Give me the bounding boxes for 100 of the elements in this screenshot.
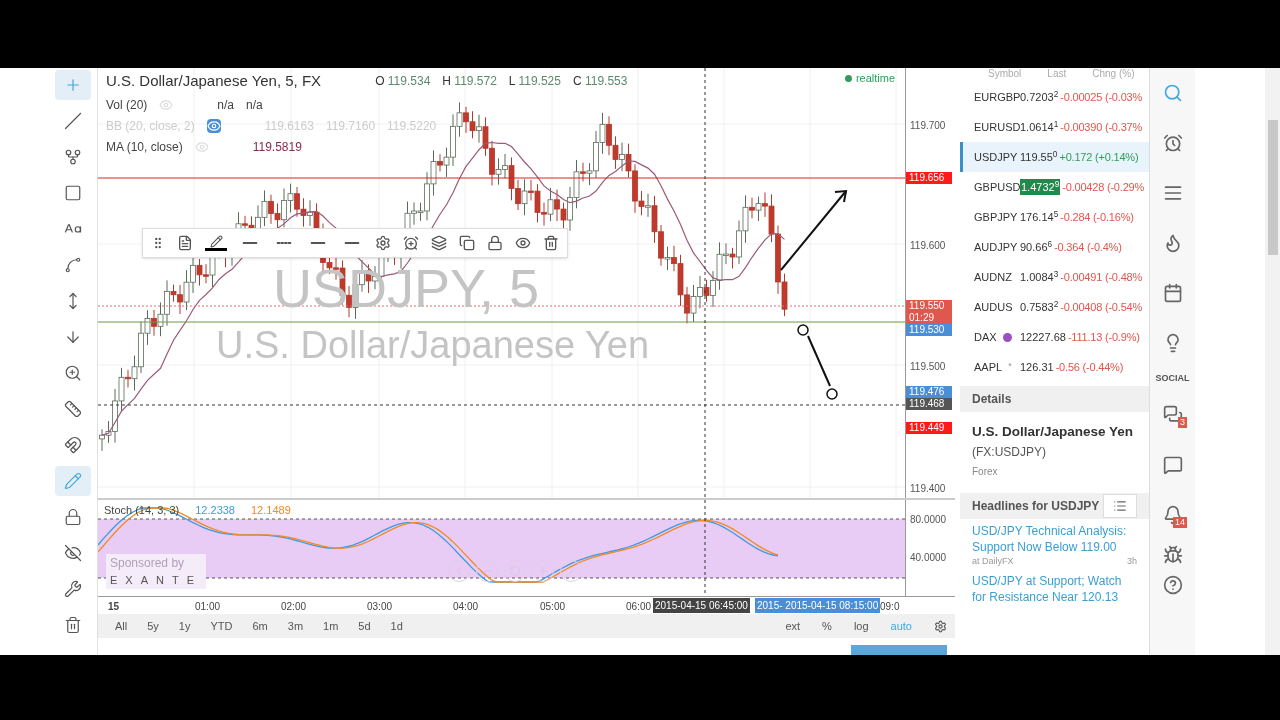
search-icon [1162,83,1183,103]
watchlist-row[interactable]: EURUSD1.0614$^{1}$ -0.00390 (-0.37% [960,112,1149,142]
symbol: EURUSD [974,119,1021,135]
price-tick: 119.500 [910,360,946,374]
pencil-tool[interactable] [54,466,91,496]
range-button[interactable]: 1m [314,617,348,635]
layers-icon[interactable] [431,235,447,251]
last-price: 0.7583$^{2}$ [1020,298,1059,315]
chats-icon [1162,405,1183,425]
lock-icon[interactable] [487,235,503,251]
time-label: 02:00 [281,600,307,614]
reset-icon [509,565,521,577]
range-button[interactable]: 5y [138,617,168,635]
pitchfork-icon [63,148,82,166]
section-heading: Details [972,391,1012,408]
price-change: +0.172 (+0.14%) [1059,150,1139,164]
indicator-value: n/a [217,96,235,114]
tools-icon [63,580,82,598]
color-picker[interactable] [205,235,227,251]
list-icon [1113,499,1127,513]
sponsor-name: EXANTE [110,573,202,588]
indicator-name[interactable]: MA (10, close) [106,137,183,156]
clone-icon[interactable] [459,235,475,251]
watchlist-row[interactable]: AUDUS 0.7583$^{2}$ -0.00408 (-0.54% [960,292,1149,322]
pattern-icon [63,256,82,274]
eye-icon[interactable] [515,235,531,251]
indicator-value: 119.5819 [252,138,302,156]
price-tick: 119.600 [910,239,946,253]
range-button[interactable]: YTD [201,617,242,635]
last-price: 176.14$^{5}$ [1020,208,1059,225]
help-icon [1162,575,1183,595]
range-button[interactable]: 1d [381,617,412,635]
symbol: AUDJPY [974,239,1018,255]
symbol: DAX [974,329,997,345]
chats-button[interactable]: 3 [1150,390,1195,440]
count-badge: 14 [1173,517,1187,528]
time-label: 04:00 [453,600,479,614]
ohlc-value: O 119.534 [375,73,431,91]
price-change: -0.284 (-0.16%) [1060,210,1134,224]
price-tick: 119.400 [910,482,946,496]
price-change: -0.00025 (-0.03% [1060,90,1143,104]
price-change: -0.00491 (-0.48% [1060,270,1143,284]
ohlc-value: L 119.525 [508,73,561,91]
scale-option[interactable]: % [814,617,840,635]
price-change: -0.00408 (-0.54% [1060,300,1143,314]
sponsor-label: Sponsored by [110,555,186,572]
range-button[interactable]: All [106,617,137,635]
last-price: 1.0084$^{3}$ [1020,268,1059,285]
settings-icon[interactable] [934,619,947,633]
range-button[interactable]: 5d [349,617,380,635]
time-label: 06:00 [626,600,652,614]
asterisk-mark: * [1008,360,1012,374]
add-alert-icon[interactable] [403,235,419,251]
indicator-value: 12.2338 [195,503,235,518]
chart-title[interactable]: U.S. Dollar/Japanese Yen, 5, FX [106,70,322,93]
bell-button[interactable]: 14 [1150,490,1195,540]
price-tag: 119.468 [906,398,952,410]
alarm-icon [1162,133,1183,153]
range-time: 2015- 2015-04-15 08:15:00 [755,598,881,613]
symbol: AUDNZ [974,269,1012,285]
range-button[interactable]: 6m [243,617,277,635]
price-change: -0.56 (-0.44%) [1055,360,1124,374]
section-label: SOCIAL [1155,372,1190,386]
range-button[interactable]: 1y [169,617,200,635]
indicator-value: 12.1489 [251,503,291,518]
last-price: 12227.68 [1020,329,1066,345]
range-button[interactable]: 3m [278,617,313,635]
instrument-category: Forex [972,465,999,479]
pencil-icon [63,472,82,490]
last-price: 1.0614$^{1}$ [1020,118,1059,135]
pencil-icon [209,235,223,248]
rectangle-icon [63,184,82,202]
time-label: 03:00 [367,600,393,614]
last-price: 0.7203$^{2}$ [1020,88,1059,105]
scale-option[interactable]: log [845,617,877,635]
visibility-icon[interactable] [206,118,221,133]
oscillator-tick: 80.0000 [910,513,947,527]
badge-icon [1002,332,1012,342]
trash-icon[interactable] [543,235,559,251]
price-change: -0.364 (-0.4%) [1054,240,1122,254]
watchlist-row[interactable]: GBPUSD1.4732$^{9}$ -0.00428 (-0.29% [960,172,1149,202]
watchlist-row[interactable]: USDJPY 119.55$^{0}$ +0.172 (+0.14%) [960,142,1149,172]
headline-age: 3h [1127,555,1137,568]
symbol: USDJPY [974,149,1018,165]
scale-option[interactable]: ext [777,617,809,635]
watchlist-row[interactable]: DAX 12227.68 -111.13 (-0.9%) [960,322,1149,352]
indicator-name[interactable]: Vol (20) [106,95,148,114]
watchlist-row[interactable]: AUDNZ 1.0084$^{3}$ -0.00491 (-0.48% [960,262,1149,292]
watchlist-row[interactable]: AAPL * 126.31 -0.56 (-0.44%) [960,352,1149,382]
watchlist-row[interactable]: GBPJPY 176.14$^{5}$ -0.284 (-0.16%) [960,202,1149,232]
magnet-icon [63,436,82,454]
last-price: 119.55$^{0}$ [1020,148,1058,165]
indicator-value: n/a [246,96,263,114]
settings-icon[interactable] [375,235,391,251]
watchlist-row[interactable]: EURGBP0.7203$^{2}$ -0.00025 (-0.03% [960,82,1149,112]
ohlc-value: C 119.553 [572,73,628,91]
scrollbar-thumb[interactable] [1267,120,1278,255]
last-price: 126.31 [1020,359,1054,375]
watchlist-row[interactable]: AUDJPY 90.66$^{6}$ -0.364 (-0.4%) [960,232,1149,262]
template-icon[interactable] [177,235,193,251]
